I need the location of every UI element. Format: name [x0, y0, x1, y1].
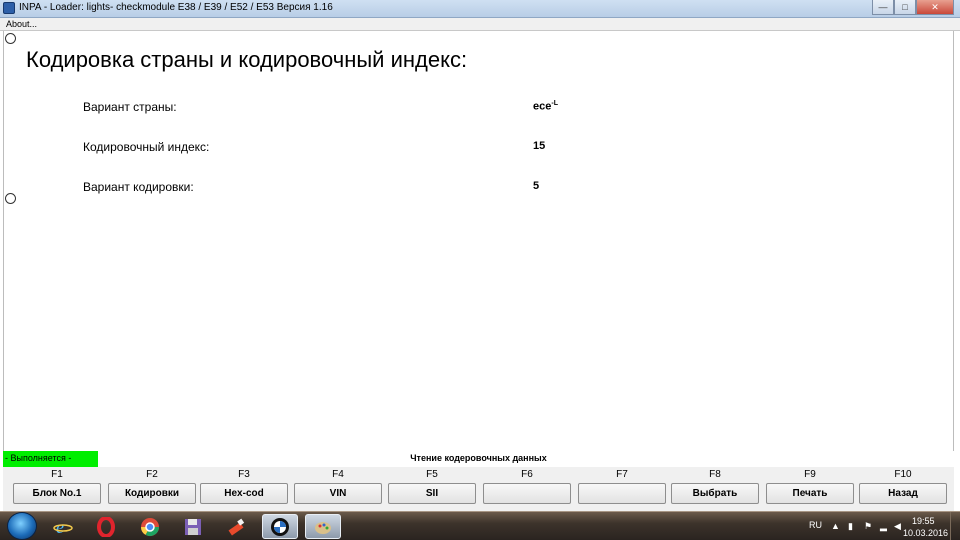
f7-button[interactable] [578, 483, 666, 504]
floppy-save-icon[interactable] [175, 514, 211, 539]
fkey-f5-label: F5 [426, 469, 438, 480]
fkey-f6-label: F6 [521, 469, 533, 480]
network-icon[interactable]: ▂ [880, 521, 887, 532]
bmw-icon[interactable] [262, 514, 298, 539]
fkey-f10: F10 Назад [859, 467, 947, 509]
battery-icon[interactable]: ▮ [848, 521, 853, 532]
start-button[interactable] [7, 512, 37, 540]
country-variant-value: ece-L [533, 100, 558, 113]
clock-date[interactable]: 10.03.2016 [903, 528, 948, 538]
codings-button[interactable]: Кодировки [108, 483, 196, 504]
radio-button-middle[interactable] [5, 193, 16, 204]
fkey-f7-label: F7 [616, 469, 628, 480]
coding-variant-value: 5 [533, 180, 540, 192]
country-variant-label: Вариант страны: [83, 100, 177, 114]
fkey-f8-label: F8 [709, 469, 721, 480]
fkey-f10-label: F10 [894, 469, 912, 480]
country-variant-value-suffix: -L [551, 100, 558, 107]
status-message: Чтение кодеровочных данных [410, 453, 547, 463]
fkey-f2-label: F2 [146, 469, 158, 480]
fkey-f3: F3 Hex-cod [200, 467, 288, 509]
menu-bar: About... [0, 18, 960, 31]
fkey-f1: F1 Блок No.1 [13, 467, 101, 509]
function-key-panel: F1 Блок No.1 F2 Кодировки F3 Hex-cod F4 … [3, 467, 954, 511]
taskbar: e RU ▲ ▮ ⚑ ▂ ◀ 19:55 10.03.2016 [0, 511, 960, 540]
hex-cod-button[interactable]: Hex-cod [200, 483, 288, 504]
window-controls: — □ ✕ [872, 0, 954, 16]
status-bar: - Выполняется - Чтение кодеровочных данн… [3, 451, 954, 467]
clock-time[interactable]: 19:55 [912, 516, 935, 526]
paint-tool-icon[interactable] [218, 514, 254, 539]
fkey-f9: F9 Печать [766, 467, 854, 509]
flag-icon[interactable]: ⚑ [864, 521, 872, 532]
window-titlebar: INPA - Loader: lights- checkmodule E38 /… [0, 0, 960, 18]
opera-icon[interactable] [88, 514, 124, 539]
menu-item-about[interactable]: About... [6, 19, 37, 29]
f6-button[interactable] [483, 483, 571, 504]
coding-index-value: 15 [533, 140, 546, 152]
fkey-f4: F4 VIN [294, 467, 382, 509]
fkey-f1-label: F1 [51, 469, 63, 480]
fkey-f8: F8 Выбрать [671, 467, 759, 509]
inpa-app-icon [3, 2, 15, 14]
country-variant-value-text: ece [533, 100, 552, 113]
print-button[interactable]: Печать [766, 483, 854, 504]
back-button[interactable]: Назад [859, 483, 947, 504]
fkey-f4-label: F4 [332, 469, 344, 480]
coding-variant-label: Вариант кодировки: [83, 180, 194, 194]
language-indicator[interactable]: RU [809, 520, 822, 530]
fkey-f7: F7 [578, 467, 666, 509]
internet-explorer-icon[interactable]: e [45, 514, 81, 539]
chrome-icon[interactable] [132, 514, 168, 539]
show-desktop-button[interactable] [950, 512, 960, 540]
fkey-f2: F2 Кодировки [108, 467, 196, 509]
fkey-f9-label: F9 [804, 469, 816, 480]
close-button[interactable]: ✕ [916, 0, 954, 15]
page-title: Кодировка страны и кодировочный индекс: [26, 47, 468, 72]
vin-button[interactable]: VIN [294, 483, 382, 504]
volume-icon[interactable]: ◀ [894, 521, 901, 532]
main-content: Кодировка страны и кодировочный индекс: … [3, 31, 954, 451]
minimize-button[interactable]: — [872, 0, 894, 15]
maximize-button[interactable]: □ [894, 0, 916, 15]
select-button[interactable]: Выбрать [671, 483, 759, 504]
sii-button[interactable]: SII [388, 483, 476, 504]
window-title: INPA - Loader: lights- checkmodule E38 /… [19, 2, 333, 13]
fkey-f3-label: F3 [238, 469, 250, 480]
fkey-f5: F5 SII [388, 467, 476, 509]
fkey-f6: F6 [483, 467, 571, 509]
inpa-palette-icon[interactable] [305, 514, 341, 539]
tray-expand-icon[interactable]: ▲ [831, 521, 840, 531]
coding-index-label: Кодировочный индекс: [83, 140, 210, 154]
radio-button-top[interactable] [5, 33, 16, 44]
svg-text:e: e [56, 517, 64, 537]
block-no1-button[interactable]: Блок No.1 [13, 483, 101, 504]
